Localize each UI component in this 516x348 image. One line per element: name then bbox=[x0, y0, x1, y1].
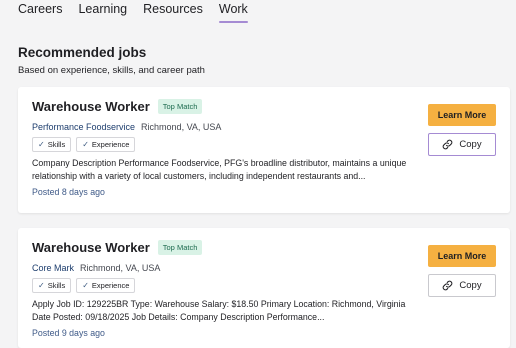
tab-learning[interactable]: Learning bbox=[78, 2, 127, 23]
chip-label: Skills bbox=[47, 281, 66, 290]
posted-date: Posted 8 days ago bbox=[32, 187, 105, 197]
chip-label: Experience bbox=[91, 140, 130, 149]
link-icon bbox=[442, 280, 453, 291]
company-name[interactable]: Performance Foodservice bbox=[32, 122, 135, 132]
copy-button[interactable]: Copy bbox=[428, 274, 496, 297]
check-icon: ✓ bbox=[82, 140, 89, 149]
section-subtitle: Based on experience, skills, and career … bbox=[18, 65, 205, 76]
job-card: Warehouse Worker Top Match Core Mark Ric… bbox=[18, 228, 510, 348]
job-title[interactable]: Warehouse Worker bbox=[32, 240, 150, 255]
company-row: Core Mark Richmond, VA, USA bbox=[32, 263, 160, 273]
link-icon bbox=[442, 139, 453, 150]
copy-button[interactable]: Copy bbox=[428, 133, 496, 156]
check-icon: ✓ bbox=[82, 281, 89, 290]
section-title: Recommended jobs bbox=[18, 45, 147, 60]
job-location: Richmond, VA, USA bbox=[141, 122, 222, 132]
top-match-badge: Top Match bbox=[157, 99, 203, 114]
tab-resources[interactable]: Resources bbox=[143, 2, 203, 23]
learn-more-button[interactable]: Learn More bbox=[428, 245, 496, 267]
check-icon: ✓ bbox=[38, 140, 45, 149]
job-card: Warehouse Worker Top Match Performance F… bbox=[18, 87, 510, 213]
chip-skills: ✓ Skills bbox=[32, 278, 72, 293]
chip-experience: ✓ Experience bbox=[76, 137, 136, 152]
tab-work[interactable]: Work bbox=[218, 2, 248, 23]
chip-experience: ✓ Experience bbox=[76, 278, 136, 293]
match-chips: ✓ Skills ✓ Experience bbox=[32, 278, 136, 293]
job-title-row: Warehouse Worker Top Match bbox=[32, 240, 203, 255]
match-chips: ✓ Skills ✓ Experience bbox=[32, 137, 136, 152]
company-row: Performance Foodservice Richmond, VA, US… bbox=[32, 122, 221, 132]
job-title[interactable]: Warehouse Worker bbox=[32, 99, 150, 114]
copy-label: Copy bbox=[459, 139, 482, 150]
job-description: Apply Job ID: 129225BR Type: Warehouse S… bbox=[32, 299, 406, 322]
chip-label: Skills bbox=[47, 140, 66, 149]
job-title-row: Warehouse Worker Top Match bbox=[32, 99, 203, 114]
top-match-badge: Top Match bbox=[157, 240, 203, 255]
tab-careers[interactable]: Careers bbox=[18, 2, 62, 23]
copy-label: Copy bbox=[459, 280, 482, 291]
job-description: Company Description Performance Foodserv… bbox=[32, 158, 407, 181]
learn-more-button[interactable]: Learn More bbox=[428, 104, 496, 126]
posted-date: Posted 9 days ago bbox=[32, 328, 105, 338]
company-name[interactable]: Core Mark bbox=[32, 263, 74, 273]
top-nav: Careers Learning Resources Work bbox=[18, 2, 248, 23]
job-location: Richmond, VA, USA bbox=[80, 263, 161, 273]
check-icon: ✓ bbox=[38, 281, 45, 290]
chip-label: Experience bbox=[91, 281, 130, 290]
chip-skills: ✓ Skills bbox=[32, 137, 72, 152]
